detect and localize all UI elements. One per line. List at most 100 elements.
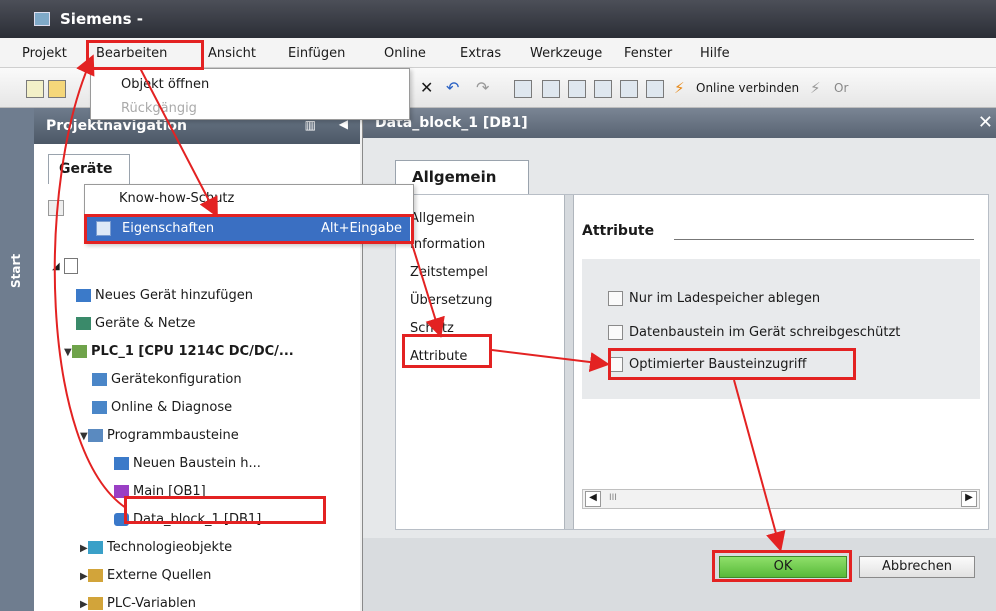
properties-dialog: Data_block_1 [DB1] ✕ Allgemein Allgemein… <box>362 108 996 611</box>
checkbox-label: Datenbaustein im Gerät schreibgeschützt <box>629 325 901 340</box>
project-root-expand-icon[interactable]: ◢ <box>52 261 60 272</box>
menu-projekt[interactable]: Projekt <box>22 46 67 61</box>
section-title-attribute: Attribute <box>582 223 655 239</box>
technology-objects-icon <box>88 541 103 554</box>
menu-ansicht[interactable]: Ansicht <box>208 46 256 61</box>
menu-bar: Projekt Bearbeiten Ansicht Einfügen Onli… <box>0 38 996 68</box>
tree-item-label: Online & Diagnose <box>111 400 233 415</box>
nav-item-zeitstempel[interactable]: Zeitstempel <box>410 265 488 280</box>
expand-arrow-icon[interactable]: ▼ <box>64 347 72 358</box>
edit-dropdown-menu: Objekt öffnen Rückgängig <box>90 68 410 120</box>
tree-view-icon[interactable] <box>48 200 64 216</box>
collapsed-arrow-icon[interactable]: ▶ <box>80 543 88 554</box>
checkbox-box[interactable] <box>608 357 623 372</box>
checkbox-box[interactable] <box>608 291 623 306</box>
tree-item-label: Neues Gerät hinzufügen <box>95 288 253 303</box>
new-project-icon[interactable] <box>26 80 44 98</box>
menu-bearbeiten[interactable]: Bearbeiten <box>96 46 167 61</box>
tree-item-data-block-1[interactable]: Data_block_1 [DB1] <box>114 512 261 527</box>
device-config-icon <box>92 373 107 386</box>
compile-icon[interactable] <box>514 80 532 98</box>
data-block-icon <box>114 513 129 526</box>
tree-item-label: Data_block_1 [DB1] <box>133 512 262 527</box>
start-side-tab[interactable]: Start <box>0 108 34 611</box>
collapsed-arrow-icon[interactable]: ▶ <box>80 599 88 610</box>
program-blocks-icon <box>88 429 103 442</box>
cancel-button[interactable]: Abbrechen <box>859 556 975 578</box>
undo-icon[interactable]: ↶ <box>446 80 464 98</box>
nav-splitter[interactable] <box>564 195 574 529</box>
nav-item-schutz[interactable]: Schutz <box>410 321 454 336</box>
online-connect-icon[interactable]: ⚡ <box>674 80 692 98</box>
download-icon[interactable] <box>542 80 560 98</box>
expand-arrow-icon[interactable]: ▼ <box>80 431 88 442</box>
tree-item-external-sources[interactable]: ▶ Externe Quellen <box>80 568 211 583</box>
tree-item-add-device[interactable]: Neues Gerät hinzufügen <box>76 288 253 303</box>
simulation-icon[interactable] <box>594 80 612 98</box>
online-diagnostics-icon <box>92 401 107 414</box>
tree-item-label: Externe Quellen <box>107 568 212 583</box>
project-navigation-title: Projektnavigation <box>46 118 187 134</box>
title-bar: Siemens - <box>0 0 996 38</box>
redo-icon[interactable]: ↷ <box>476 80 494 98</box>
collapsed-arrow-icon[interactable]: ▶ <box>80 571 88 582</box>
scroll-left-icon[interactable]: ◀ <box>585 491 601 507</box>
nav-item-attribute[interactable]: Attribute <box>410 349 467 364</box>
menu-item-open-object[interactable]: Objekt öffnen <box>121 77 209 92</box>
monitor-icon[interactable] <box>620 80 638 98</box>
menu-online[interactable]: Online <box>384 46 426 61</box>
nav-item-information[interactable]: Information <box>410 237 485 252</box>
menu-einfuegen[interactable]: Einfügen <box>288 46 345 61</box>
tree-item-program-blocks[interactable]: ▼ Programmbausteine <box>80 428 239 443</box>
tab-allgemein[interactable]: Allgemein <box>395 160 529 194</box>
panel-split-icon[interactable]: ▥ <box>305 118 316 132</box>
section-divider <box>674 239 974 240</box>
tree-item-devices-networks[interactable]: Geräte & Netze <box>76 316 196 331</box>
delete-icon[interactable]: ✕ <box>420 80 438 98</box>
tree-item-main-ob1[interactable]: Main [OB1] <box>114 484 206 499</box>
menu-werkzeuge[interactable]: Werkzeuge <box>530 46 602 61</box>
nav-item-uebersetzung[interactable]: Übersetzung <box>410 293 493 308</box>
devices-networks-icon <box>76 317 91 330</box>
scroll-thumb[interactable]: III <box>609 493 617 503</box>
checkbox-load-memory[interactable]: Nur im Ladespeicher ablegen <box>608 291 820 306</box>
context-item-properties[interactable]: Eigenschaften Alt+Eingabe <box>86 217 410 241</box>
upload-icon[interactable] <box>568 80 586 98</box>
plc-icon <box>72 345 87 358</box>
context-item-properties-label: Eigenschaften <box>122 221 215 236</box>
tree-item-plc[interactable]: ▼ PLC_1 [CPU 1214C DC/DC/... <box>64 344 294 359</box>
menu-hilfe[interactable]: Hilfe <box>700 46 730 61</box>
dialog-body: Allgemein Information Zeitstempel Überse… <box>395 194 989 530</box>
properties-icon <box>96 221 111 236</box>
dialog-close-icon[interactable]: ✕ <box>978 112 993 133</box>
tree-item-online-diagnostics[interactable]: Online & Diagnose <box>92 400 232 415</box>
accessible-devices-icon[interactable] <box>646 80 664 98</box>
tree-item-technology-objects[interactable]: ▶ Technologieobjekte <box>80 540 232 555</box>
external-sources-icon <box>88 569 103 582</box>
tab-allgemein-label: Allgemein <box>412 168 497 186</box>
ok-button[interactable]: OK <box>719 556 847 578</box>
nav-item-allgemein[interactable]: Allgemein <box>410 211 475 226</box>
project-root-icon <box>64 258 78 274</box>
online-connect-button[interactable]: Online verbinden <box>696 81 799 95</box>
checkbox-write-protected[interactable]: Datenbaustein im Gerät schreibgeschützt <box>608 325 900 340</box>
menu-extras[interactable]: Extras <box>460 46 501 61</box>
tree-item-label: Main [OB1] <box>133 484 206 499</box>
online-disconnect-button[interactable]: Or <box>834 81 848 95</box>
scroll-right-icon[interactable]: ▶ <box>961 491 977 507</box>
tab-geraete[interactable]: Geräte <box>48 154 130 184</box>
online-disconnect-icon[interactable]: ⚡ <box>810 80 828 98</box>
checkbox-box[interactable] <box>608 325 623 340</box>
menu-fenster[interactable]: Fenster <box>624 46 672 61</box>
attribute-group: Nur im Ladespeicher ablegen Datenbaustei… <box>582 259 980 399</box>
tree-item-add-block[interactable]: Neuen Baustein h... <box>114 456 261 471</box>
menu-item-undo[interactable]: Rückgängig <box>121 101 197 116</box>
tree-item-plc-variables[interactable]: ▶ PLC-Variablen <box>80 596 196 611</box>
open-project-icon[interactable] <box>48 80 66 98</box>
checkbox-optimized-access[interactable]: Optimierter Bausteinzugriff <box>608 357 806 372</box>
horizontal-scrollbar[interactable]: ◀ III ▶ <box>582 489 980 509</box>
checkbox-label: Optimierter Bausteinzugriff <box>629 357 807 372</box>
tree-item-device-config[interactable]: Gerätekonfiguration <box>92 372 242 387</box>
context-item-properties-shortcut: Alt+Eingabe <box>320 221 402 236</box>
context-item-know-how-protection[interactable]: Know-how-Schutz <box>119 191 234 206</box>
